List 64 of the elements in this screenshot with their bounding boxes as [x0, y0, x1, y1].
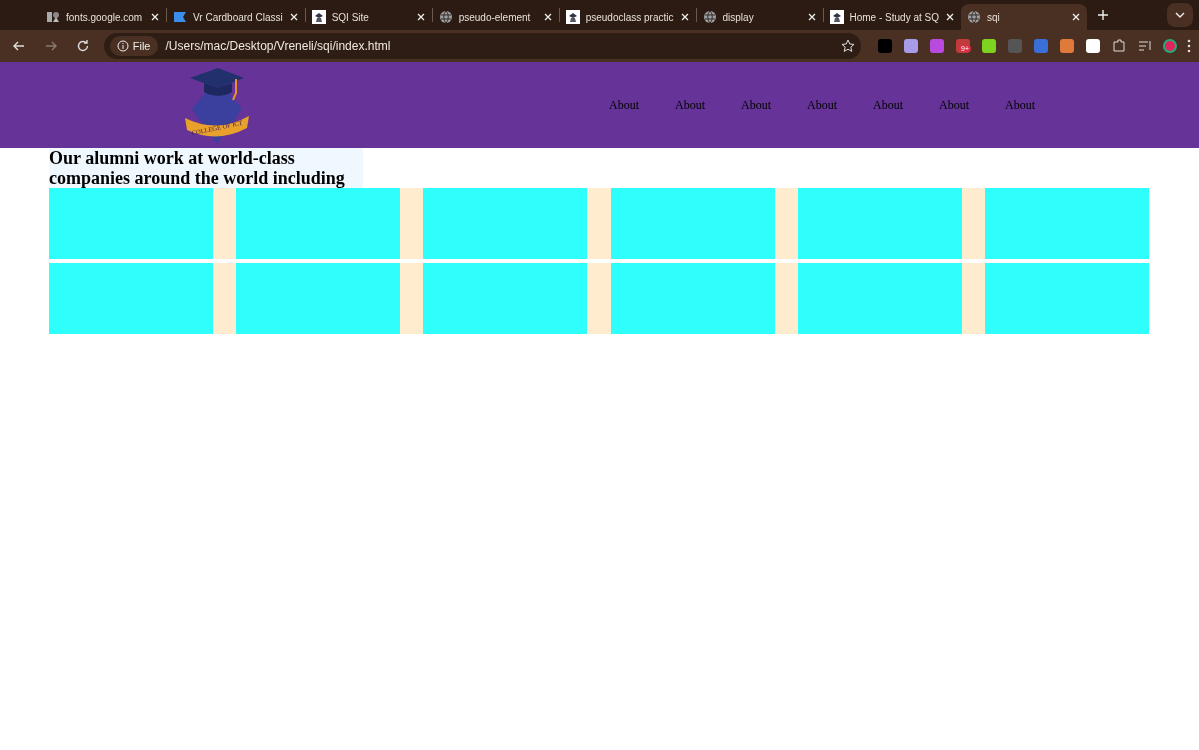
extension-button[interactable]: [1085, 38, 1101, 54]
close-button[interactable]: [806, 12, 817, 22]
media-icon: [1137, 38, 1153, 54]
close-icon: [945, 12, 955, 22]
chevron-down-icon: [1174, 10, 1186, 20]
close-button[interactable]: [679, 12, 690, 22]
puzzle-icon: [1111, 38, 1127, 54]
close-icon: [542, 12, 553, 22]
fonts-icon: [46, 10, 60, 24]
close-button[interactable]: [288, 12, 299, 22]
close-icon: [288, 12, 299, 22]
extension-icon: [929, 38, 945, 54]
forward-arrow-icon: [43, 39, 58, 53]
globe-icon: [702, 10, 717, 24]
browser-tab[interactable]: SQI Site: [305, 4, 432, 30]
close-button[interactable]: [542, 12, 553, 22]
browser-tab[interactable]: display: [696, 4, 823, 30]
site-logo-icon: [311, 10, 326, 24]
close-button[interactable]: [1071, 12, 1081, 22]
site-info-button[interactable]: File: [109, 36, 158, 56]
close-button[interactable]: [150, 12, 160, 22]
menu-button[interactable]: [1187, 39, 1191, 53]
extension-button[interactable]: [981, 38, 997, 54]
close-icon: [1071, 12, 1081, 22]
extension-icon: [981, 38, 997, 54]
section-heading: Our alumni work at world-class companies around the world including: [49, 148, 363, 188]
browser-tab[interactable]: Vr Cardboard Classi: [167, 4, 305, 30]
close-button[interactable]: [945, 12, 955, 22]
close-icon: [806, 12, 817, 22]
new-tab-button[interactable]: [1095, 7, 1111, 23]
media-button[interactable]: [1137, 38, 1153, 54]
profile-avatar[interactable]: [1163, 39, 1177, 53]
reload-icon: [75, 39, 90, 53]
site-logo-icon: [829, 10, 844, 24]
flag-icon: [173, 10, 187, 24]
close-icon: [415, 12, 426, 22]
extension-icon: [1085, 38, 1101, 54]
info-icon: [116, 40, 129, 52]
extension-button[interactable]: [903, 38, 919, 54]
extension-icon: [903, 38, 919, 54]
site-logo-icon: [565, 10, 580, 24]
browser-tab[interactable]: fonts.google.com: [40, 4, 166, 30]
bookmark-button[interactable]: [841, 39, 855, 53]
browser-tab[interactable]: sqi: [961, 4, 1087, 30]
back-arrow-icon: [11, 39, 26, 53]
globe-icon: [967, 10, 981, 24]
extension-icon: [1059, 38, 1075, 54]
menu-icon: [1187, 39, 1191, 53]
close-icon: [150, 12, 160, 22]
globe-icon: [438, 10, 453, 24]
extension-icon: [877, 38, 893, 54]
close-icon: [679, 12, 690, 22]
url-text: /Users/mac/Desktop/Vreneli/sqi/index.html: [165, 39, 392, 53]
extension-icon: [1007, 38, 1023, 54]
close-button[interactable]: [415, 12, 426, 22]
browser-tab[interactable]: pseudoclass practic: [559, 4, 696, 30]
browser-tab[interactable]: Home - Study at SQ: [823, 4, 961, 30]
address-bar[interactable]: File /Users/mac/Desktop/Vreneli/sqi/index.html: [103, 33, 861, 59]
plus-icon: [1097, 9, 1109, 21]
extensions-button[interactable]: [1111, 38, 1127, 54]
extension-icon: [1033, 38, 1049, 54]
star-icon: [841, 39, 855, 53]
browser-tab[interactable]: pseudo-element: [432, 4, 559, 30]
tab-search-button[interactable]: [1167, 3, 1193, 27]
